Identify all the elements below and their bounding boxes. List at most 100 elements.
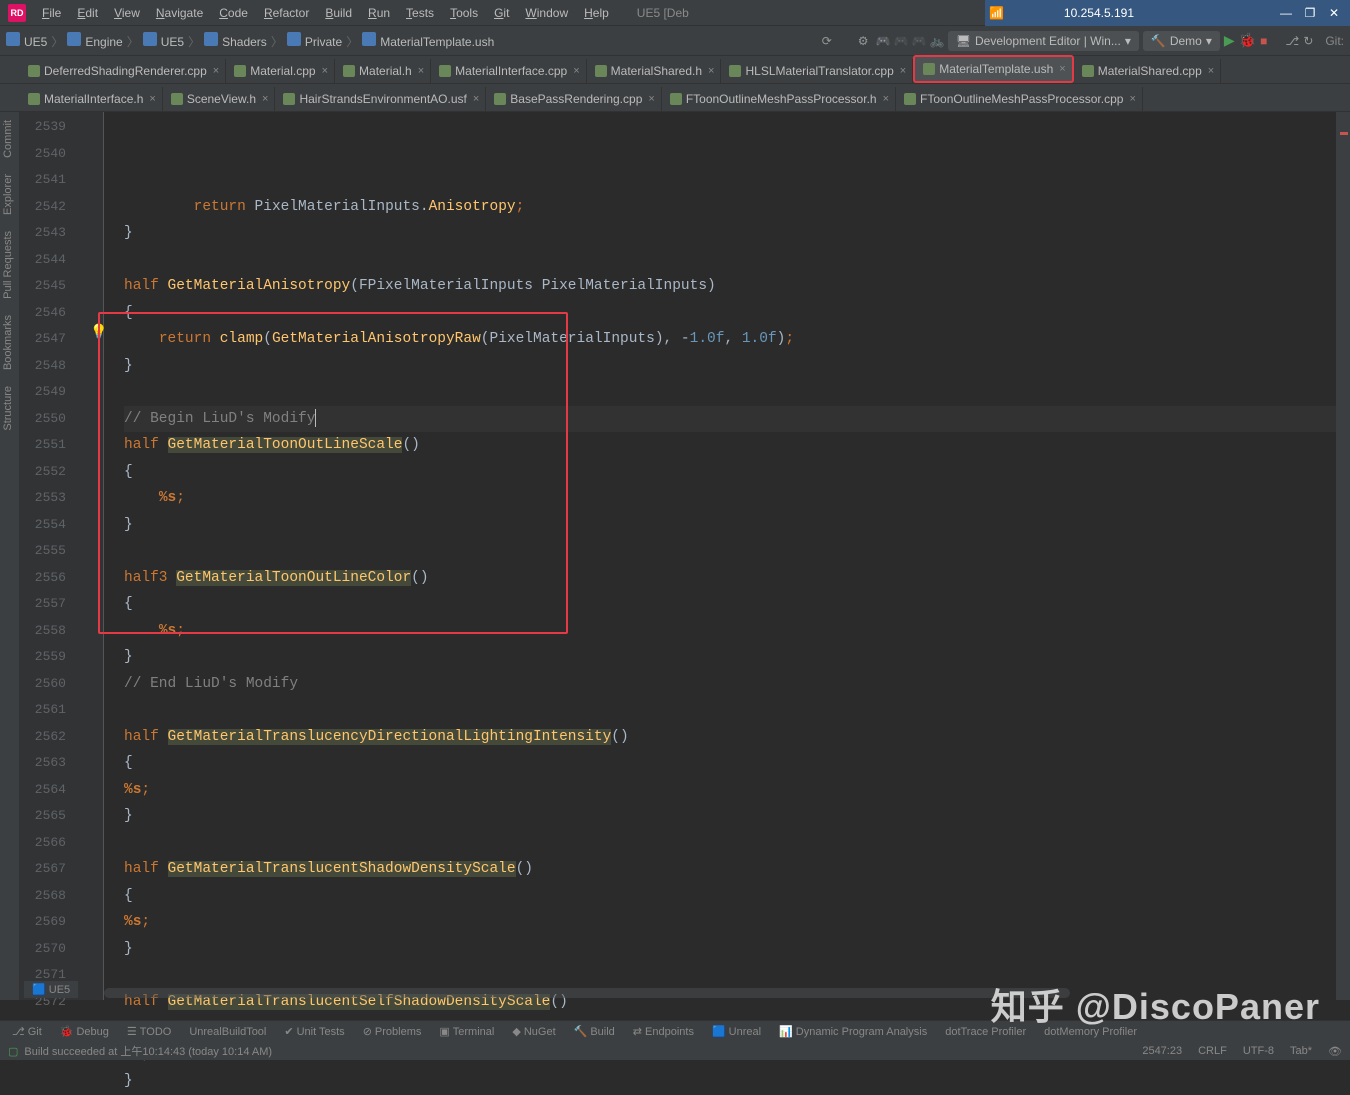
tool-problems[interactable]: ⊘Problems xyxy=(355,1023,430,1040)
tab-materialshared-h[interactable]: MaterialShared.h× xyxy=(587,59,722,83)
tab-materialinterface-cpp[interactable]: MaterialInterface.cpp× xyxy=(431,59,587,83)
menu-tools[interactable]: Tools xyxy=(442,2,486,24)
code-line[interactable]: %s; xyxy=(124,777,1350,804)
breadcrumb-item[interactable]: Shaders xyxy=(204,35,267,49)
tab-hairstrandsenvironmentao-usf[interactable]: HairStrandsEnvironmentAO.usf× xyxy=(275,87,486,111)
tab-deferredshadingrenderer-cpp[interactable]: DeferredShadingRenderer.cpp× xyxy=(20,59,226,83)
code-line[interactable]: } xyxy=(124,644,1350,671)
stop-button[interactable]: ■ xyxy=(1260,34,1267,48)
code-line[interactable]: %s; xyxy=(124,485,1350,512)
tool-endpoints[interactable]: ⇄Endpoints xyxy=(625,1023,702,1040)
side-tab-explorer[interactable]: Explorer xyxy=(0,166,16,223)
project-label[interactable]: 🟦 UE5 xyxy=(24,981,78,998)
tab-material-cpp[interactable]: Material.cpp× xyxy=(226,59,335,83)
tool-todo[interactable]: ☰TODO xyxy=(119,1023,179,1040)
close-icon[interactable]: × xyxy=(708,65,714,77)
run-button[interactable]: ▶ xyxy=(1224,32,1235,49)
code-line[interactable]: } xyxy=(124,512,1350,539)
indent-mode[interactable]: Tab* xyxy=(1290,1045,1312,1058)
code-line[interactable]: half GetMaterialTranslucentShadowDensity… xyxy=(124,856,1350,883)
close-icon[interactable]: × xyxy=(149,93,155,105)
close-icon[interactable]: × xyxy=(648,93,654,105)
code-line[interactable]: } xyxy=(124,353,1350,380)
tab-material-h[interactable]: Material.h× xyxy=(335,59,431,83)
menu-window[interactable]: Window xyxy=(517,2,576,24)
close-button[interactable]: ✕ xyxy=(1322,6,1346,20)
close-icon[interactable]: × xyxy=(262,93,268,105)
git-branch-icon[interactable]: ⎇ xyxy=(1285,34,1299,48)
side-tab-structure[interactable]: Structure xyxy=(0,378,16,439)
tool-nuget[interactable]: ◆NuGet xyxy=(504,1023,563,1040)
reader-mode-icon[interactable]: 👁 xyxy=(1328,1045,1342,1058)
code-line[interactable]: { xyxy=(124,459,1350,486)
close-icon[interactable]: × xyxy=(1208,65,1214,77)
code-line[interactable]: { xyxy=(124,591,1350,618)
gamepad-icon[interactable]: 🎮 xyxy=(876,34,890,48)
tool-unrealbuildtool[interactable]: UnrealBuildTool xyxy=(181,1024,274,1040)
code-line[interactable]: half GetMaterialToonOutLineScale() xyxy=(124,432,1350,459)
code-line[interactable]: { xyxy=(124,750,1350,777)
file-encoding[interactable]: UTF-8 xyxy=(1243,1045,1274,1058)
code-line[interactable]: return PixelMaterialInputs.Anisotropy; xyxy=(124,194,1350,221)
menu-navigate[interactable]: Navigate xyxy=(148,2,211,24)
scrollbar-horizontal[interactable] xyxy=(104,988,1070,998)
tool-terminal[interactable]: ▣Terminal xyxy=(431,1023,502,1040)
side-tab-pull-requests[interactable]: Pull Requests xyxy=(0,223,16,307)
tab-ftoonoutlinemeshpassprocessor-cpp[interactable]: FToonOutlineMeshPassProcessor.cpp× xyxy=(896,87,1143,111)
breadcrumb-item[interactable]: MaterialTemplate.ush xyxy=(362,35,494,49)
maximize-button[interactable]: ❐ xyxy=(1298,6,1322,20)
menu-help[interactable]: Help xyxy=(576,2,617,24)
code-line[interactable]: half GetMaterialAnisotropy(FPixelMateria… xyxy=(124,273,1350,300)
code-line[interactable]: { xyxy=(124,300,1350,327)
menu-code[interactable]: Code xyxy=(211,2,256,24)
tab-hlslmaterialtranslator-cpp[interactable]: HLSLMaterialTranslator.cpp× xyxy=(721,59,913,83)
close-icon[interactable]: × xyxy=(1129,93,1135,105)
error-marker[interactable] xyxy=(1340,132,1348,135)
code-line[interactable]: } xyxy=(124,220,1350,247)
close-icon[interactable]: × xyxy=(900,65,906,77)
tab-materialshared-cpp[interactable]: MaterialShared.cpp× xyxy=(1074,59,1222,83)
tool-unit-tests[interactable]: ✔Unit Tests xyxy=(276,1023,352,1040)
tab-materialtemplate-ush[interactable]: MaterialTemplate.ush× xyxy=(913,55,1074,83)
breadcrumb-item[interactable]: UE5 xyxy=(6,35,47,49)
tool-unreal[interactable]: 🟦Unreal xyxy=(704,1023,769,1040)
scrollbar-vertical[interactable] xyxy=(1336,112,1350,1000)
menu-edit[interactable]: Edit xyxy=(69,2,106,24)
menu-run[interactable]: Run xyxy=(360,2,398,24)
sync-icon[interactable]: ⟳ xyxy=(822,34,836,48)
tool-build[interactable]: 🔨Build xyxy=(566,1023,623,1040)
minimize-button[interactable]: — xyxy=(1274,6,1298,20)
close-icon[interactable]: × xyxy=(883,93,889,105)
menu-refactor[interactable]: Refactor xyxy=(256,2,317,24)
code-line[interactable] xyxy=(124,379,1350,406)
side-tab-commit[interactable]: Commit xyxy=(0,112,16,166)
code-line[interactable]: return clamp(GetMaterialAnisotropyRaw(Pi… xyxy=(124,326,1350,353)
code-line[interactable]: // End LiuD's Modify xyxy=(124,671,1350,698)
menu-view[interactable]: View xyxy=(106,2,148,24)
code-line[interactable]: } xyxy=(124,936,1350,963)
code-line[interactable] xyxy=(124,697,1350,724)
build-config-dropdown[interactable]: 🖥 Development Editor | Win... ▾ xyxy=(948,31,1139,51)
tab-sceneview-h[interactable]: SceneView.h× xyxy=(163,87,276,111)
code-editor[interactable]: return PixelMaterialInputs.Anisotropy;} … xyxy=(104,112,1350,1000)
breadcrumb-item[interactable]: UE5 xyxy=(143,35,184,49)
code-line[interactable]: // Begin LiuD's Modify xyxy=(124,406,1350,433)
code-line[interactable]: half GetMaterialTranslucencyDirectionalL… xyxy=(124,724,1350,751)
close-icon[interactable]: × xyxy=(418,65,424,77)
code-line[interactable]: } xyxy=(124,803,1350,830)
breadcrumb-item[interactable]: Private xyxy=(287,35,342,49)
bike-icon[interactable]: 🚲 xyxy=(930,34,944,48)
close-icon[interactable]: × xyxy=(473,93,479,105)
code-line[interactable]: %s; xyxy=(124,618,1350,645)
close-icon[interactable]: × xyxy=(573,65,579,77)
git-update-icon[interactable]: ↻ xyxy=(1303,34,1317,48)
run-target-dropdown[interactable]: 🔨 Demo ▾ xyxy=(1143,31,1220,51)
code-line[interactable]: } xyxy=(124,1068,1350,1095)
debug-button[interactable]: 🐞 xyxy=(1239,32,1256,49)
tool-git[interactable]: ⎇Git xyxy=(4,1023,50,1040)
code-line[interactable] xyxy=(124,538,1350,565)
tool-debug[interactable]: 🐞Debug xyxy=(52,1023,117,1040)
git-label[interactable]: Git: xyxy=(1325,34,1344,48)
code-line[interactable]: { xyxy=(124,883,1350,910)
menu-tests[interactable]: Tests xyxy=(398,2,442,24)
